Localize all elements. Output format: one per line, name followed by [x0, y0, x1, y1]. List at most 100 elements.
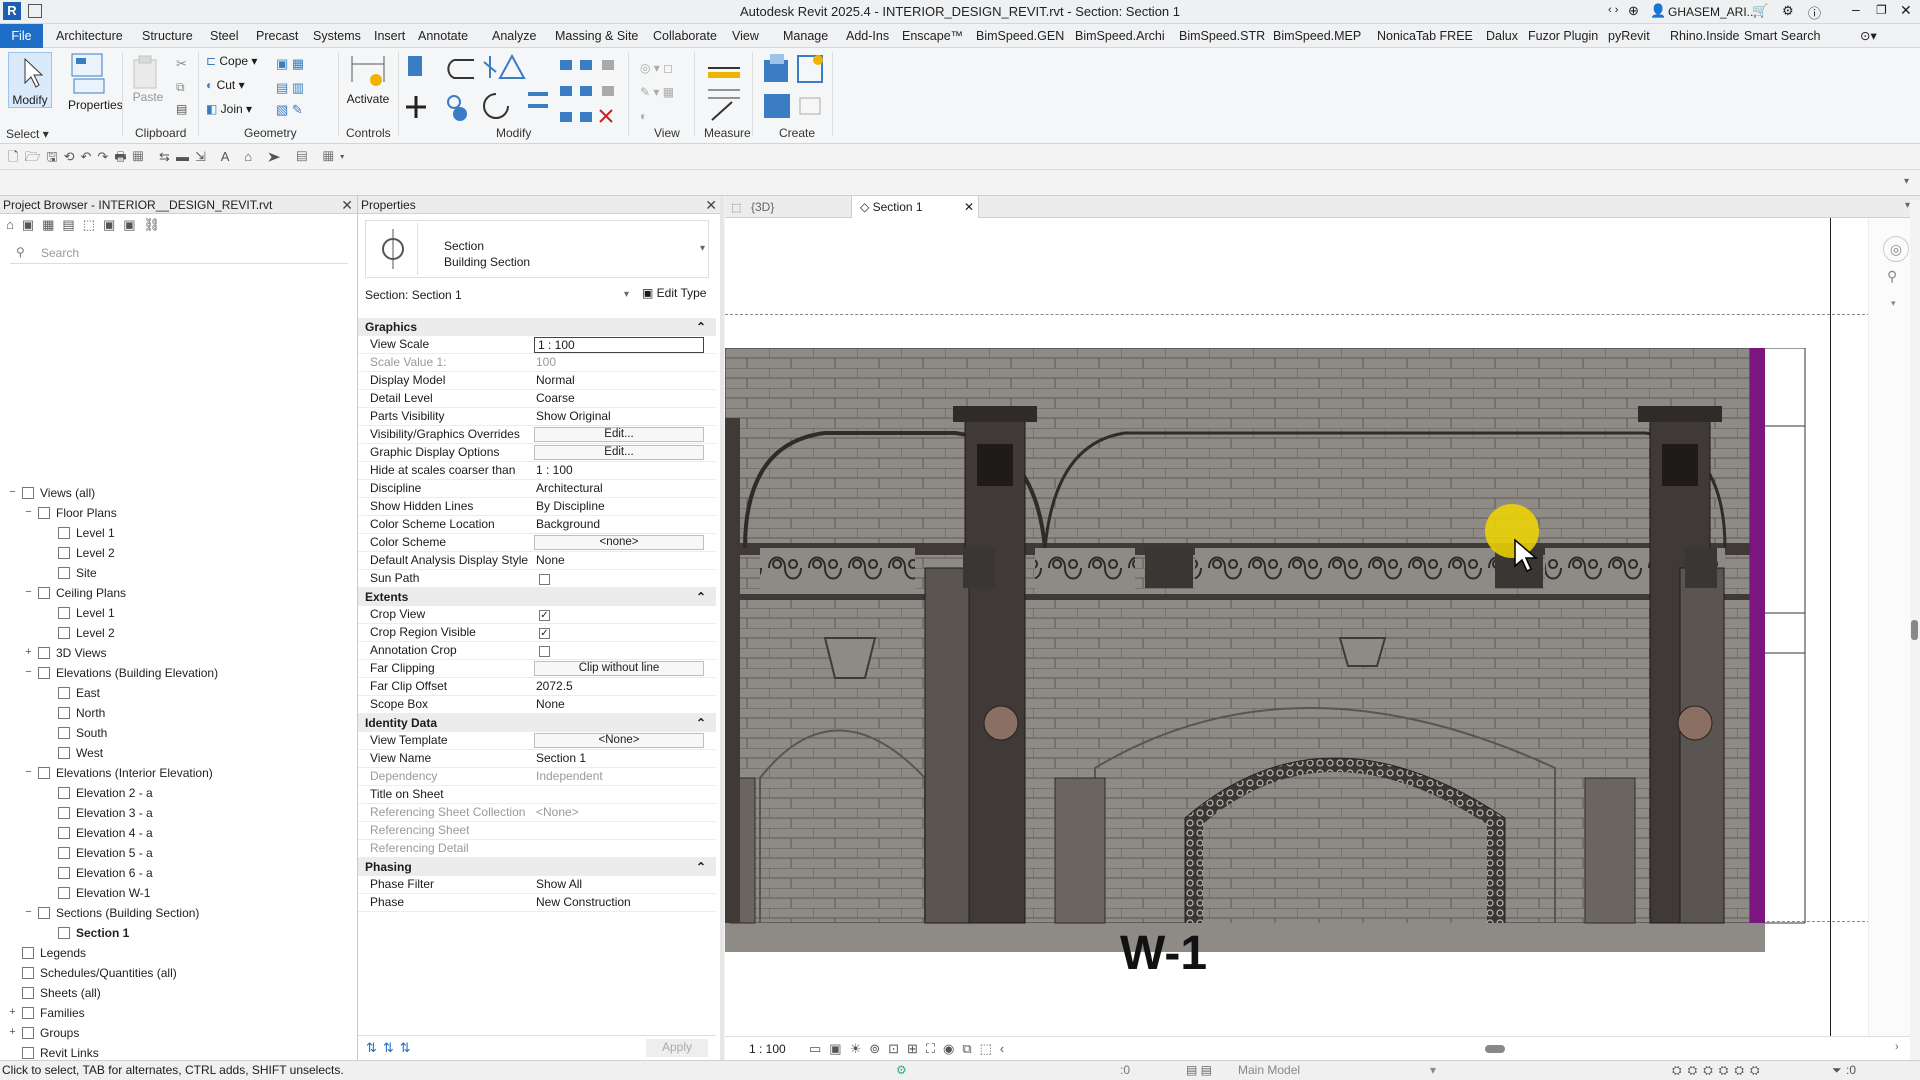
restore-icon[interactable]: ❐ — [1876, 3, 1887, 17]
ribbon-overflow-icon[interactable]: ⊙▾ — [1860, 24, 1877, 48]
chevron-down-icon[interactable]: ▾ — [624, 289, 629, 300]
user-icon[interactable]: 👤 — [1650, 3, 1666, 19]
chevron-down-icon[interactable]: ▾ — [700, 243, 705, 254]
close-icon[interactable]: ✕ — [705, 196, 717, 214]
filter-icon[interactable]: ⏷ — [1832, 1061, 1842, 1080]
tree-expander-icon[interactable]: + — [24, 647, 33, 658]
instance-filter[interactable]: Section: Section 1 — [365, 288, 462, 302]
collapse-icon[interactable]: ⌃ — [696, 318, 706, 336]
tree-expander-icon[interactable]: − — [24, 667, 33, 678]
search-input[interactable]: Search — [41, 246, 79, 260]
tree-item[interactable]: Level 2 — [76, 544, 115, 562]
menu-pyrevit[interactable]: pyRevit — [1608, 24, 1650, 48]
tree-item[interactable]: Elevations (Building Elevation) — [56, 664, 218, 682]
tree-expander-icon[interactable]: − — [24, 767, 33, 778]
tree-item[interactable]: Elevation W-1 — [76, 884, 150, 902]
copy-icon[interactable]: ⧉ — [176, 80, 185, 95]
tree-item[interactable]: Floor Plans — [56, 504, 117, 522]
tree-item[interactable]: Site — [76, 564, 97, 582]
type-selector[interactable]: Section Building Section ▾ — [365, 220, 709, 278]
browser-toolbar-icons[interactable]: ⌂▣▦▤⬚▣▣⛓ — [6, 217, 168, 233]
cope-button[interactable]: ⊏ Cope ▾ — [206, 54, 257, 68]
property-button[interactable]: Clip without line — [534, 661, 704, 676]
tree-item[interactable]: North — [76, 704, 105, 722]
tree-item[interactable]: Elevations (Interior Elevation) — [56, 764, 213, 782]
property-button[interactable]: Edit... — [534, 445, 704, 460]
menu-annotate[interactable]: Annotate — [418, 24, 468, 48]
property-group-header[interactable]: Graphics ⌃ — [358, 318, 716, 336]
tab-3d[interactable]: {3D} — [751, 196, 774, 218]
property-button[interactable]: <none> — [534, 535, 704, 550]
quick-access-icons[interactable]: 🗋🗁🖫⟲↶↷🖶▦ ⇆▬⇲ A ⌂ ➤ ▤ ▦▾ — [8, 148, 351, 170]
tree-item[interactable]: Sections (Building Section) — [56, 904, 199, 922]
drawing-area[interactable]: ⬚ {3D} ◇ Section 1 ✕ ▾ ◎ ⚲ ▾ W-1 1: 100… — [725, 196, 1920, 1060]
options-dropdown-icon[interactable]: ▾ — [1904, 176, 1909, 187]
menu-dalux[interactable]: Dalux — [1486, 24, 1518, 48]
binoculars-icon[interactable]: ⊕ — [1628, 3, 1639, 19]
horizontal-scrollbar[interactable] — [1485, 1045, 1505, 1053]
menu-structure[interactable]: Structure — [142, 24, 193, 48]
menu-view[interactable]: View — [732, 24, 759, 48]
create-icon[interactable] — [760, 52, 830, 124]
property-checkbox[interactable] — [539, 646, 550, 657]
tree-expander-icon[interactable]: − — [8, 487, 17, 498]
property-input[interactable]: 1 : 100 — [534, 337, 704, 353]
worksharing-icon[interactable]: ⚙ — [896, 1061, 907, 1080]
view-control-icons[interactable]: ▭▣☀⊚⊡⊞⛶◉⧉⬚‹ — [809, 1041, 1012, 1057]
collapse-icon[interactable]: ⌃ — [696, 588, 706, 606]
scroll-right-icon[interactable]: › — [1895, 1041, 1899, 1053]
menu-bimspeed-archi[interactable]: BimSpeed.Archi — [1075, 24, 1165, 48]
tree-item[interactable]: Elevation 2 - a — [76, 784, 153, 802]
close-icon[interactable]: ✕ — [964, 196, 974, 218]
zoom-icon[interactable]: ⚲ — [1887, 268, 1897, 285]
edit-type-button[interactable]: ▣ Edit Type — [642, 286, 706, 300]
menu-fuzor-plugin[interactable]: Fuzor Plugin — [1528, 24, 1598, 48]
tree-item[interactable]: Elevation 6 - a — [76, 864, 153, 882]
properties-button[interactable]: Properties — [68, 52, 123, 122]
match-properties-icon[interactable]: ▤ — [176, 102, 187, 116]
sort-icons[interactable]: ⇅⇅⇅ — [366, 1040, 417, 1056]
property-checkbox[interactable]: ✓ — [539, 628, 550, 639]
menu-bimspeed-str[interactable]: BimSpeed.STR — [1179, 24, 1265, 48]
cut-clipboard-icon[interactable]: ✂ — [176, 56, 187, 72]
nav-arrows-icon[interactable]: ‹ › — [1608, 4, 1618, 16]
paint-icon[interactable]: ▧ ✎ — [276, 102, 303, 118]
design-options-icon[interactable]: ▤ ▤ — [1186, 1061, 1212, 1080]
tree-item[interactable]: Ceiling Plans — [56, 584, 126, 602]
tree-item[interactable]: Legends — [40, 944, 86, 962]
view-tools-icon[interactable]: ◎ ▾ ◻ ✎ ▾ ▦ ◐ — [640, 56, 674, 128]
panel-select-label[interactable]: Select ▾ — [6, 127, 49, 141]
activate-button[interactable]: Activate — [344, 52, 392, 112]
gear-icon[interactable]: ⚙ — [1782, 3, 1794, 19]
collapse-icon[interactable]: ⌃ — [696, 714, 706, 732]
tree-item[interactable]: West — [76, 744, 103, 762]
property-group-header[interactable]: Extents ⌃ — [358, 588, 716, 606]
search-box[interactable]: ⚲ Search — [10, 242, 348, 264]
tree-item[interactable]: Sheets (all) — [40, 984, 101, 1002]
property-group-header[interactable]: Phasing ⌃ — [358, 858, 716, 876]
tree-expander-icon[interactable]: − — [24, 587, 33, 598]
minimize-icon[interactable]: – — [1852, 1, 1860, 17]
tree-expander-icon[interactable]: + — [8, 1007, 17, 1018]
tree-item[interactable]: Schedules/Quantities (all) — [40, 964, 177, 982]
right-scrollbar-thumb[interactable] — [1911, 620, 1918, 640]
menu-enscape[interactable]: Enscape™ — [902, 24, 963, 48]
user-name[interactable]: GHASEM_ARI... — [1668, 5, 1757, 19]
menu-smart-search[interactable]: Smart Search — [1744, 24, 1820, 48]
split-face-icon[interactable]: ▤ ▥ — [276, 80, 304, 96]
tree-item[interactable]: Views (all) — [40, 484, 95, 502]
menu-manage[interactable]: Manage — [783, 24, 828, 48]
tree-item[interactable]: Level 1 — [76, 524, 115, 542]
menu-insert[interactable]: Insert — [374, 24, 405, 48]
tree-item[interactable]: East — [76, 684, 100, 702]
help-icon[interactable]: ⓘ — [1808, 3, 1821, 22]
tree-expander-icon[interactable]: − — [24, 907, 33, 918]
menu-bimspeed-mep[interactable]: BimSpeed.MEP — [1273, 24, 1361, 48]
tree-item[interactable]: Elevation 4 - a — [76, 824, 153, 842]
right-scrollbar-track[interactable] — [1910, 200, 1920, 1060]
tree-item[interactable]: Section 1 — [76, 924, 129, 942]
tree-expander-icon[interactable]: + — [8, 1027, 17, 1038]
tree-item[interactable]: South — [76, 724, 107, 742]
menu-nonicatab-free[interactable]: NonicaTab FREE — [1377, 24, 1473, 48]
property-checkbox[interactable]: ✓ — [539, 610, 550, 621]
